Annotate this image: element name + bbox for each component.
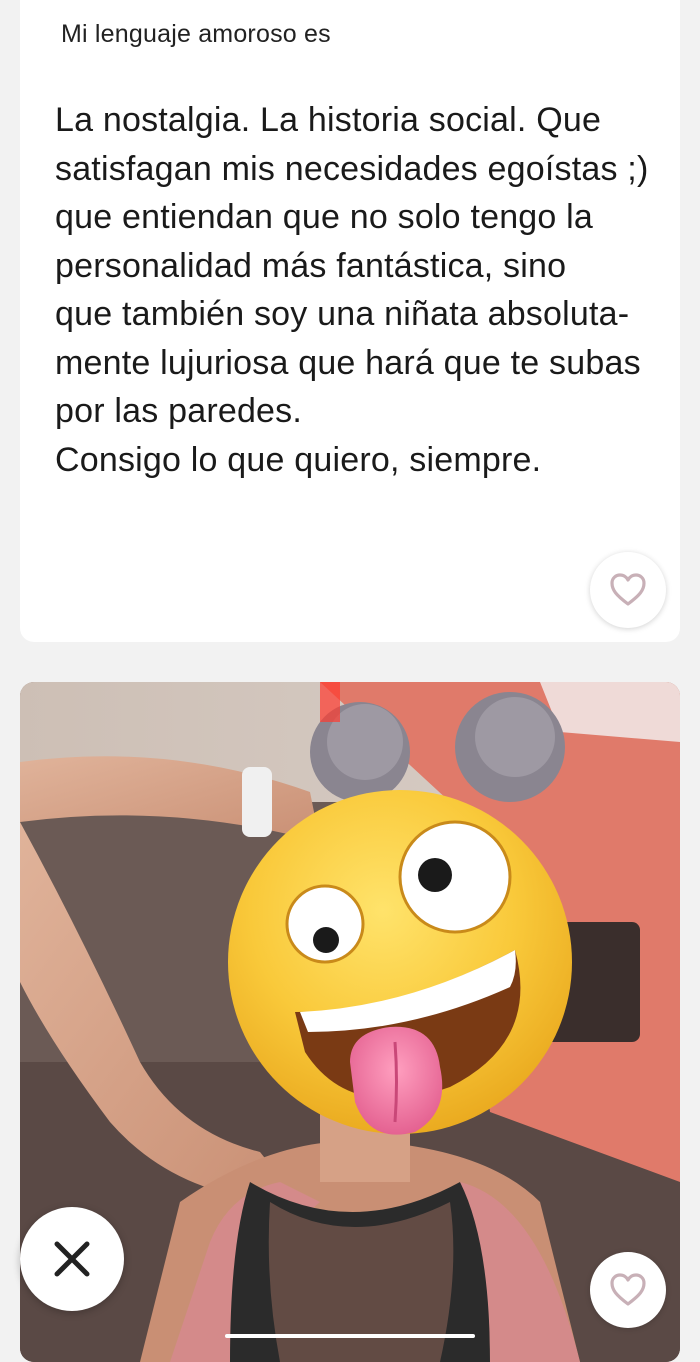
x-icon bbox=[54, 1241, 90, 1277]
photo-like-button[interactable] bbox=[590, 1252, 666, 1328]
bottom-tab-indicator bbox=[225, 1334, 475, 1338]
heart-outline-icon bbox=[610, 573, 646, 606]
prompt-card: Mi lenguaje amoroso es La nostalgia. La … bbox=[20, 0, 680, 642]
zany-face-emoji bbox=[228, 790, 572, 1135]
prompt-answer: La nostalgia. La historia social. Que sa… bbox=[55, 101, 649, 479]
prompt-like-button[interactable] bbox=[590, 552, 666, 628]
heart-outline-icon bbox=[610, 1273, 646, 1306]
prompt-label: Mi lenguaje amoroso es bbox=[61, 20, 331, 48]
dismiss-button[interactable] bbox=[20, 1207, 124, 1311]
